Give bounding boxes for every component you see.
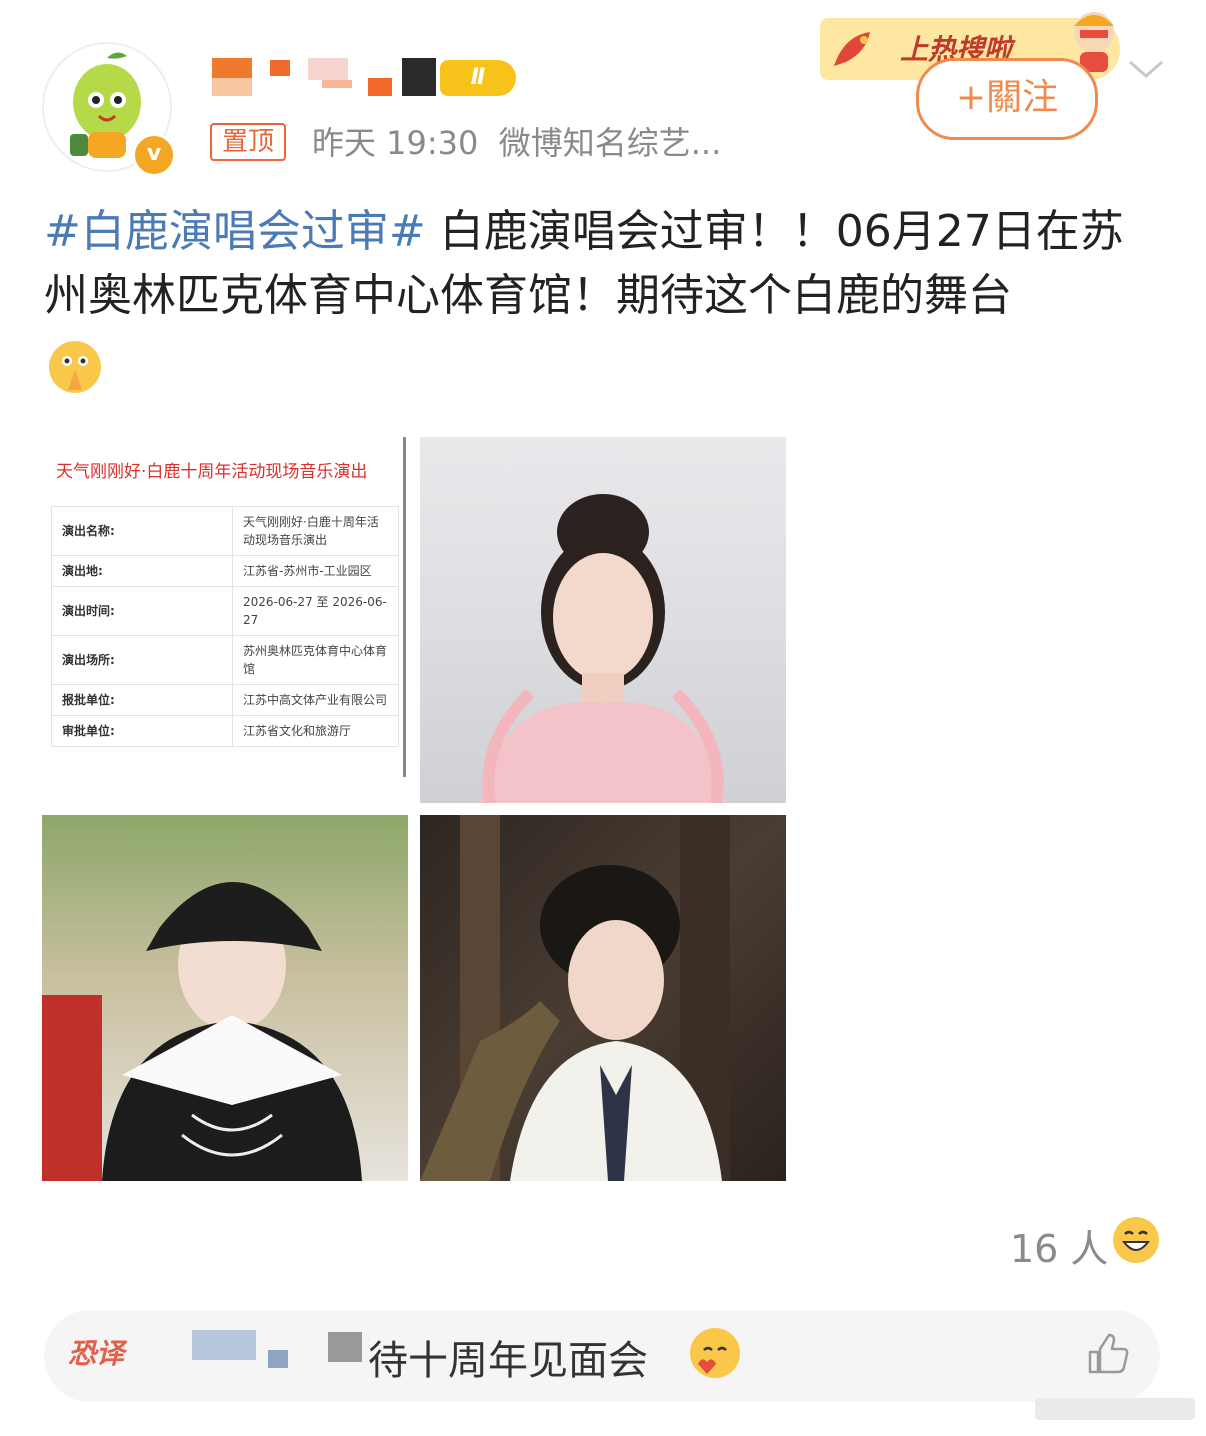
comment-text: 待十周年见面会	[368, 1338, 648, 1384]
post-body: #白鹿演唱会过审# 白鹿演唱会过审！！06月27日在苏州奥林匹克体育中心体育馆！…	[44, 200, 1164, 328]
table-row: 演出地: 江苏省-苏州市-工业园区	[51, 555, 399, 587]
table-row: 报批单位: 江苏中高文体产业有限公司	[51, 684, 399, 716]
love-emoji-icon	[690, 1328, 740, 1378]
username-blurred[interactable]	[212, 58, 436, 96]
post-source: 微博知名综艺...	[498, 124, 722, 162]
follow-button[interactable]: +關注	[916, 58, 1098, 140]
hot-banner-icon	[834, 32, 870, 66]
image-photo-black-hat[interactable]	[42, 815, 408, 1181]
laugh-emoji-icon[interactable]	[1112, 1216, 1160, 1264]
comment-author-tag[interactable]: 恐译	[68, 1332, 124, 1372]
reaction-count[interactable]: 16 人	[1010, 1218, 1108, 1273]
pray-emoji-icon	[49, 341, 101, 393]
table-row: 审批单位: 江苏省文化和旅游厅	[51, 715, 399, 747]
chevron-down-icon[interactable]	[1126, 54, 1166, 84]
document-table: 演出名称: 天气刚刚好·白鹿十周年活动现场音乐演出 演出地: 江苏省-苏州市-工业园…	[51, 506, 399, 747]
photo-portrait-illustration	[480, 494, 726, 803]
table-row: 演出场所: 苏州奥林匹克体育中心体育馆	[51, 635, 399, 685]
thumbs-up-icon[interactable]	[1084, 1332, 1130, 1378]
pinned-tag: 置顶	[210, 123, 287, 161]
table-row: 演出时间: 2026-06-27 至 2026-06-27	[51, 586, 399, 636]
blurred-bottom-strip	[1035, 1398, 1195, 1420]
table-row: 演出名称: 天气刚刚好·白鹿十周年活动现场音乐演出	[51, 506, 399, 556]
comment-preview[interactable]: 恐译 待十周年见面会	[44, 1310, 1160, 1402]
image-photo-white-shirt[interactable]	[420, 815, 786, 1181]
hashtag-link[interactable]: #白鹿演唱会过审#	[44, 206, 426, 257]
image-photo-pink-dress[interactable]	[420, 437, 786, 803]
blurred-block	[268, 1350, 288, 1368]
verified-badge-icon: v	[132, 133, 176, 177]
blurred-block	[328, 1332, 362, 1362]
timestamp: 昨天 19:30	[312, 124, 479, 162]
post-meta: 昨天 19:30 微博知名综艺...	[312, 118, 721, 164]
photo-portrait-illustration	[42, 882, 362, 1181]
comment-author-blurred[interactable]	[192, 1330, 256, 1360]
photo-portrait-illustration	[420, 815, 730, 1181]
document-scrollbar	[403, 437, 406, 777]
document-title: 天气刚刚好·白鹿十周年活动现场音乐演出	[56, 462, 368, 482]
level-badge: Ⅱ	[440, 60, 516, 96]
image-approval-document[interactable]: 天气刚刚好·白鹿十周年活动现场音乐演出 演出名称: 天气刚刚好·白鹿十周年活动现场…	[42, 437, 407, 802]
